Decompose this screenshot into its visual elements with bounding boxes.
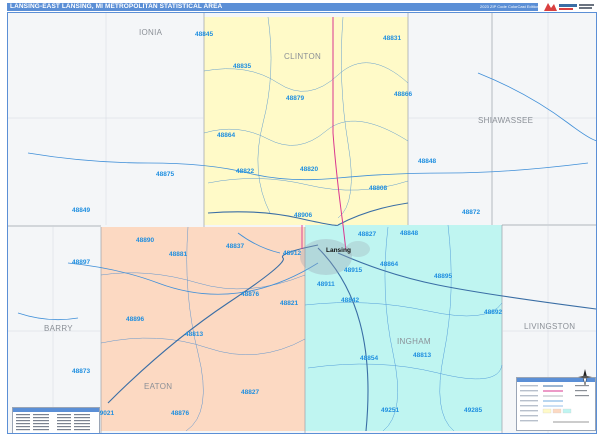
edition-label: 2023 ZIP Code ColorCast Edition (480, 4, 540, 9)
zip-label: 48837 (226, 243, 245, 250)
zip-label: 48897 (72, 259, 91, 266)
zip-label: 48912 (283, 250, 302, 257)
zip-label: 48875 (156, 171, 175, 178)
zip-label: 48896 (126, 316, 145, 323)
county-label-barry: BARRY (44, 324, 73, 333)
zip-label: 49251 (381, 407, 400, 414)
county-label-clinton: CLINTON (284, 52, 322, 61)
zip-label: 48835 (233, 63, 252, 70)
zip-label: 48820 (300, 166, 319, 173)
zip-label: 48842 (341, 297, 360, 304)
zip-label: 48890 (136, 237, 155, 244)
zip-label: 48876 (171, 410, 190, 417)
zip-label: 48879 (286, 95, 305, 102)
zip-label: 48872 (462, 209, 481, 216)
zip-label: 48873 (72, 368, 91, 375)
map-legend (516, 377, 596, 431)
zip-label: 48866 (394, 91, 413, 98)
zip-label: 48821 (280, 300, 299, 307)
zip-label: 48876 (241, 291, 260, 298)
map-canvas[interactable]: IONIA CLINTON SHIAWASSEE BARRY EATON ING… (7, 12, 597, 434)
zip-label: 48854 (360, 355, 379, 362)
legend-rows (520, 385, 589, 423)
zip-label: 48831 (383, 35, 402, 42)
zip-label: 48813 (413, 352, 432, 359)
map-title: LANSING-EAST LANSING, MI METROPOLITAN ST… (10, 3, 223, 10)
map-poster: LANSING-EAST LANSING, MI METROPOLITAN ST… (0, 0, 600, 437)
zip-label: 48892 (484, 309, 503, 316)
county-label-shiawassee: SHIAWASSEE (478, 116, 534, 125)
county-label-eaton: EATON (144, 382, 173, 391)
zip-label: 48848 (400, 230, 419, 237)
zip-label: 48864 (380, 261, 399, 268)
zip-label: 48895 (434, 273, 453, 280)
compass-rose-icon (578, 369, 592, 385)
zip-label: 48827 (241, 389, 260, 396)
zip-label: 49285 (464, 407, 483, 414)
zip-label: 48911 (317, 281, 335, 288)
zip-label: 48864 (217, 132, 236, 139)
county-label-livingston: LIVINGSTON (524, 322, 576, 331)
zip-label: 48827 (358, 231, 377, 238)
clinton-county-shape (204, 17, 408, 225)
zip-label: 48881 (169, 251, 188, 258)
zip-label: 48813 (185, 331, 204, 338)
map-graphic (8, 13, 596, 433)
county-label-ionia: IONIA (139, 28, 163, 37)
zip-label: 48906 (294, 212, 313, 219)
zip-label: 48822 (236, 168, 255, 175)
zip-label: 48849 (72, 207, 91, 214)
zip-label: 48915 (344, 267, 363, 274)
zip-index-table (12, 407, 100, 433)
county-label-ingham: INGHAM (397, 337, 431, 346)
zip-label: 48845 (195, 31, 214, 38)
zip-label: 48808 (369, 185, 388, 192)
city-label-lansing: Lansing (326, 247, 351, 254)
zip-label: 48848 (418, 158, 437, 165)
zip-index-rows (16, 414, 90, 431)
